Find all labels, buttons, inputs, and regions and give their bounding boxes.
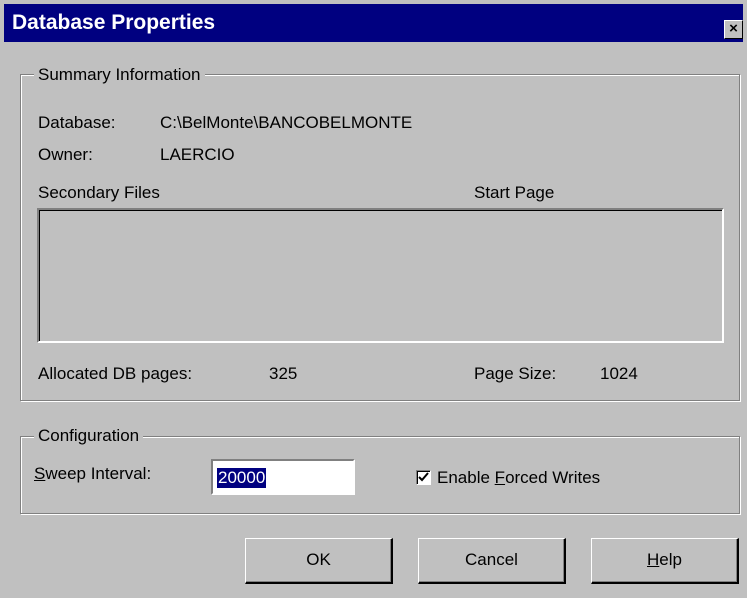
- sweep-interval-input[interactable]: 20000: [211, 459, 355, 495]
- help-label-text: elp: [659, 550, 682, 569]
- close-icon: ×: [729, 20, 738, 37]
- ok-button[interactable]: OK: [245, 538, 393, 584]
- sweep-interval-label-text: weep Interval:: [45, 464, 152, 483]
- checkmark-icon: [418, 472, 429, 482]
- cancel-button[interactable]: Cancel: [418, 538, 566, 584]
- enable-forced-writes-label[interactable]: Enable Forced Writes: [437, 468, 600, 488]
- database-value: C:\BelMonte\BANCOBELMONTE: [160, 113, 413, 132]
- enable-forced-writes-checkbox[interactable]: [416, 470, 431, 485]
- forced-writes-label-prefix: Enable: [437, 468, 495, 487]
- secondary-files-list[interactable]: [37, 208, 724, 343]
- configuration-legend: Configuration: [34, 426, 144, 446]
- help-accelerator: H: [647, 550, 660, 569]
- allocated-db-pages-value: 325: [269, 364, 298, 383]
- help-button[interactable]: Help: [591, 538, 739, 584]
- secondary-files-list-area: [39, 210, 722, 341]
- start-page-header: Start Page: [474, 183, 555, 202]
- dialog-title: Database Properties: [12, 11, 216, 34]
- page-size-value: 1024: [600, 364, 638, 383]
- owner-label: Owner:: [38, 145, 93, 164]
- close-button[interactable]: ×: [724, 20, 743, 39]
- title-bar[interactable]: Database Properties ×: [4, 4, 743, 42]
- sweep-interval-value: 20000: [217, 468, 267, 488]
- database-label: Database:: [38, 113, 116, 132]
- forced-writes-accelerator: F: [494, 468, 506, 487]
- page-size-label: Page Size:: [474, 364, 557, 383]
- sweep-interval-accelerator: S: [34, 464, 46, 483]
- summary-information-legend: Summary Information: [34, 65, 205, 85]
- sweep-interval-label: Sweep Interval:: [34, 464, 151, 484]
- forced-writes-label-suffix: orced Writes: [505, 468, 601, 487]
- secondary-files-header: Secondary Files: [38, 183, 160, 202]
- database-properties-dialog: Database Properties × Summary Informatio…: [0, 0, 747, 598]
- owner-value: LAERCIO: [160, 145, 235, 164]
- allocated-db-pages-label: Allocated DB pages:: [38, 364, 193, 383]
